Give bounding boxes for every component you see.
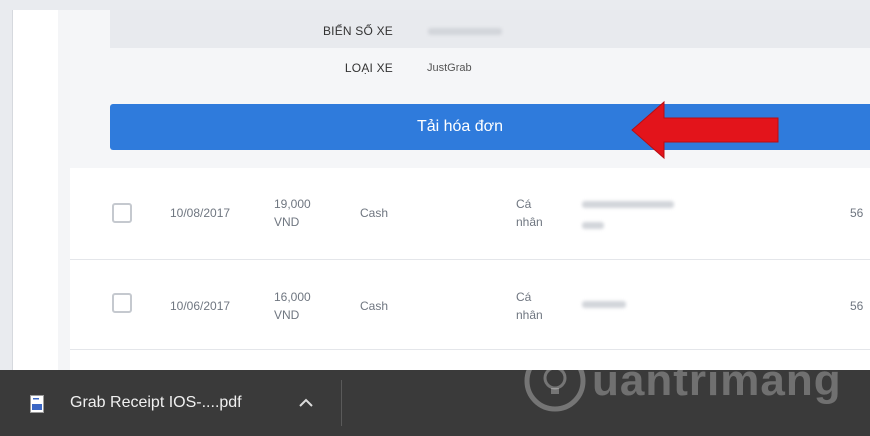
chevron-up-icon[interactable] xyxy=(298,396,314,408)
trip-amount: 16,000 VND xyxy=(274,288,314,324)
trip-payment: Cash xyxy=(360,206,389,220)
profile-line1: Cá xyxy=(516,197,532,211)
trip-amount: 19,000 VND xyxy=(274,195,314,231)
table-row[interactable]: 10/08/2017 19,000 VND Cash Cá nhân 56 xyxy=(70,170,870,260)
window-left-border xyxy=(0,0,12,370)
amount-currency: VND xyxy=(274,215,300,229)
profile-line2: nhân xyxy=(516,308,543,322)
trip-profile: Cá nhân xyxy=(516,288,556,324)
plate-label: BIỂN SỐ XE xyxy=(322,24,393,38)
trip-address-blurred-2 xyxy=(582,222,604,229)
amount-currency: VND xyxy=(274,308,300,322)
profile-line2: nhân xyxy=(516,215,543,229)
red-arrow-annotation xyxy=(631,100,779,160)
amount-value: 19,000 xyxy=(274,197,311,211)
table-row[interactable]: 10/06/2017 16,000 VND Cash Cá nhân 56 xyxy=(70,260,870,350)
trip-address-blurred xyxy=(582,301,626,308)
pdf-file-icon xyxy=(30,395,44,413)
watermark-lightbulb-icon xyxy=(524,350,586,412)
trip-date: 10/08/2017 xyxy=(170,206,231,220)
vehicle-type-label: LOẠI XE xyxy=(344,61,393,75)
plate-value-blurred xyxy=(428,28,502,35)
trip-last-column: 56 xyxy=(850,206,864,220)
window-top-border xyxy=(0,0,870,10)
watermark-text: uantrimang xyxy=(592,356,842,405)
profile-line1: Cá xyxy=(516,290,532,304)
downloaded-file-name[interactable]: Grab Receipt IOS-....pdf xyxy=(70,394,242,412)
trip-date: 10/06/2017 xyxy=(170,299,231,313)
trip-profile: Cá nhân xyxy=(516,195,556,231)
amount-value: 16,000 xyxy=(274,290,311,304)
trip-address-blurred xyxy=(582,201,674,208)
vehicle-type-value: JustGrab xyxy=(427,62,472,74)
content-left-margin xyxy=(58,10,70,370)
row-checkbox[interactable] xyxy=(112,203,132,223)
trip-last-column: 56 xyxy=(850,299,864,313)
row-checkbox[interactable] xyxy=(112,293,132,313)
trip-payment: Cash xyxy=(360,299,389,313)
downloads-divider xyxy=(341,380,342,426)
